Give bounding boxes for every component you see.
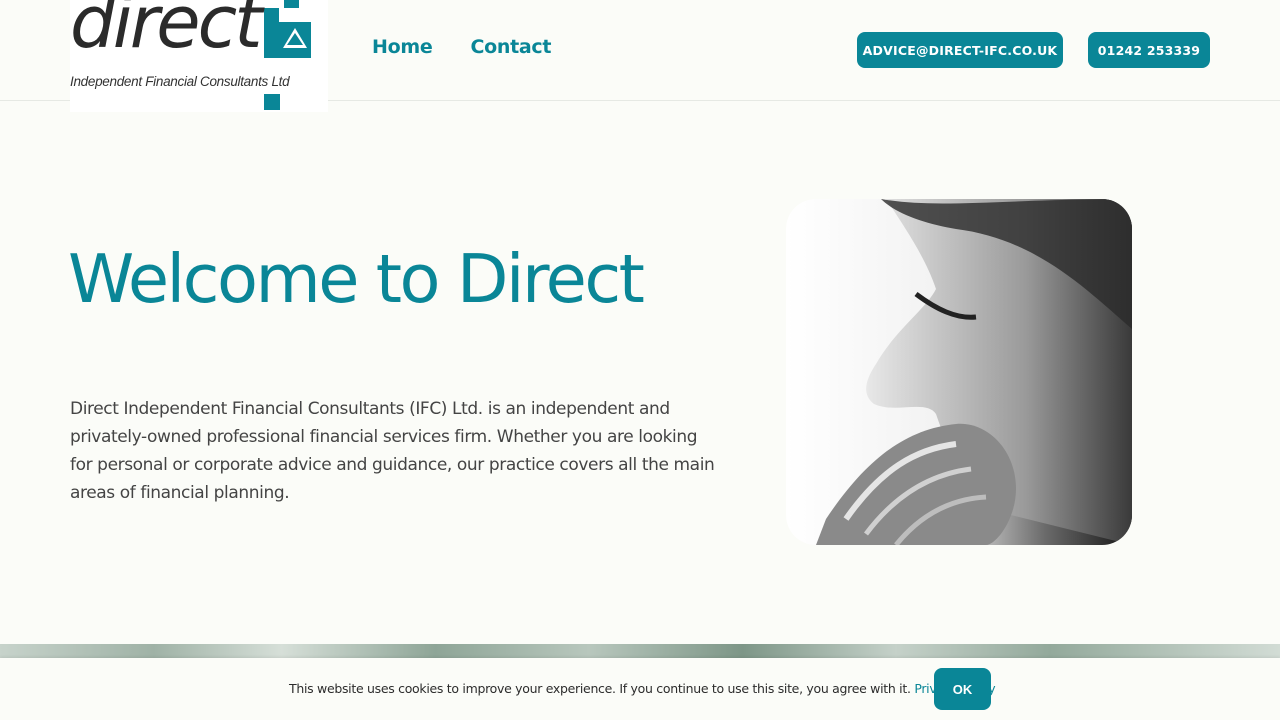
logo-tagline: Independent Financial Consultants Ltd (70, 74, 290, 89)
site-logo[interactable]: direct Independent Financial Consultants… (70, 0, 328, 112)
nav-item-home[interactable]: Home (372, 36, 433, 58)
cookie-message-text: This website uses cookies to improve you… (289, 681, 911, 696)
intro-paragraph: Direct Independent Financial Consultants… (70, 399, 715, 503)
main-nav: Home Contact (372, 36, 551, 58)
logo-wordmark: direct (70, 0, 262, 64)
cookie-message: This website uses cookies to improve you… (289, 681, 996, 696)
site-header: direct Independent Financial Consultants… (0, 0, 1280, 112)
cookie-ok-button[interactable]: OK (934, 668, 991, 710)
page-title: Welcome to Direct (68, 240, 645, 318)
phone-button[interactable]: 01242 253339 (1088, 32, 1210, 68)
cookie-banner: This website uses cookies to improve you… (0, 658, 1280, 720)
hero-image (786, 199, 1132, 545)
email-button[interactable]: ADVICE@DIRECT-IFC.CO.UK (857, 32, 1063, 68)
nav-item-contact[interactable]: Contact (470, 36, 551, 58)
